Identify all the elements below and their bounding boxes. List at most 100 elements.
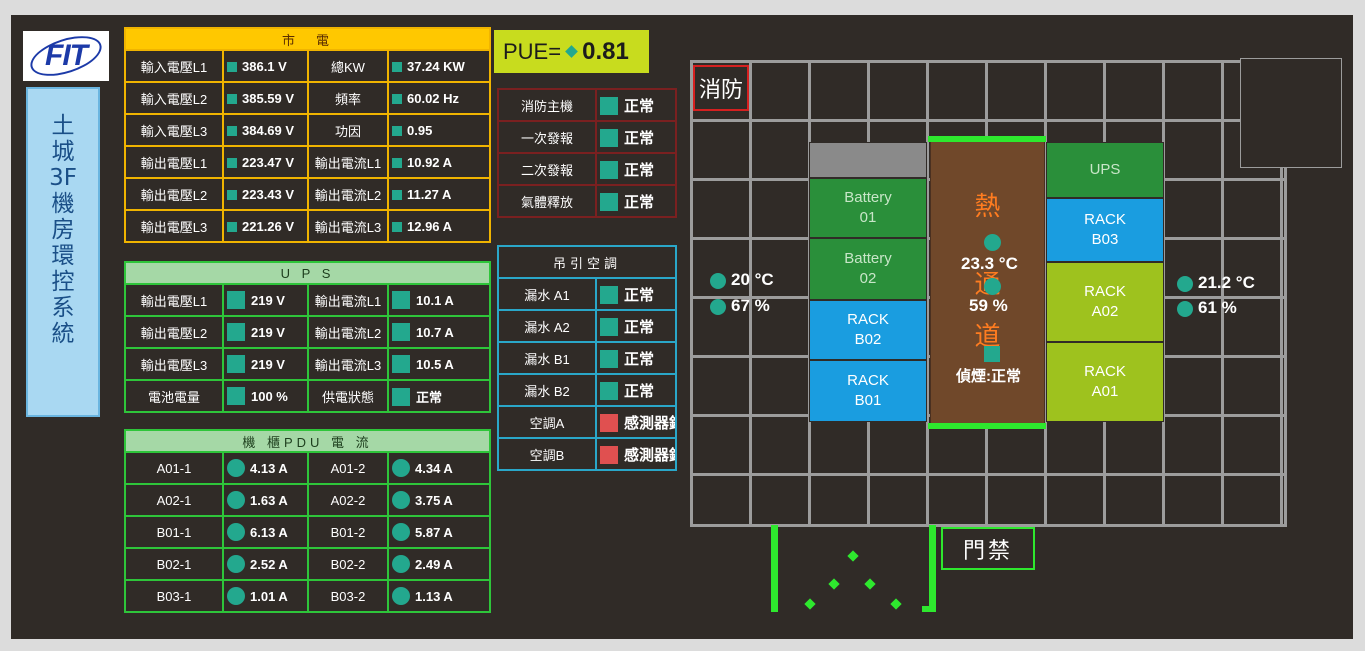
rack-tile[interactable] [809, 142, 927, 178]
ac-row: 空調B感測器錯誤 [497, 437, 678, 471]
status-dot-icon [392, 523, 410, 541]
left-temp-dot-icon [710, 273, 726, 289]
ac-status: 感測器錯誤 [594, 405, 678, 439]
status-square-icon [392, 355, 410, 373]
rack-tile[interactable]: RACK A02 [1046, 262, 1164, 342]
mains-value: 37.24 KW [386, 49, 492, 83]
mains-value: 0.95 [386, 113, 492, 147]
door-right-post [929, 525, 936, 612]
fire-row: 氣體釋放 正常 [497, 184, 677, 218]
pdu-header: 機 櫃PDU 電 流 [123, 429, 492, 453]
pdu-row: B03-1 1.01 A B03-2 1.13 A [124, 579, 492, 613]
status-square-icon [600, 192, 618, 211]
ups-value: 219 V [222, 283, 309, 317]
door-access-label[interactable]: 門禁 [941, 527, 1035, 570]
ac-row: 漏水 A2 正常 [497, 309, 678, 343]
system-title: 土城3F機房環控系統 [49, 113, 77, 347]
mains-value: 11.27 A [386, 177, 492, 211]
ups-row: 輸出電壓L1 219 V 輸出電流L1 10.1 A [124, 283, 492, 317]
smoke-sensor-icon [984, 346, 1000, 362]
ups-header: U P S [123, 261, 492, 285]
status-square-icon [227, 93, 237, 104]
status-dot-icon [227, 491, 245, 509]
mains-label: 輸出電流L2 [307, 177, 389, 211]
ac-label: 漏水 A2 [497, 309, 597, 343]
mains-label: 輸入電壓L2 [124, 81, 224, 115]
status-square-icon [227, 221, 237, 232]
status-dot-icon [392, 491, 410, 509]
mains-row: 輸出電壓L2 223.43 V 輸出電流L2 11.27 A [124, 177, 492, 211]
door-right-foot [922, 606, 934, 612]
mains-label: 輸出電壓L3 [124, 209, 224, 243]
pdu-label: A01-2 [307, 451, 389, 485]
ups-value: 正常 [386, 379, 492, 413]
ups-label: 輸出電流L1 [307, 283, 389, 317]
status-square-icon [392, 189, 402, 200]
left-sensor-humidity: 67 % [710, 296, 770, 316]
hot-aisle-bottom-bar [928, 423, 1046, 429]
ups-value: 10.1 A [386, 283, 492, 317]
pdu-value: 6.13 A [222, 515, 309, 549]
mains-value: 12.96 A [386, 209, 492, 243]
status-dot-icon [227, 523, 245, 541]
fire-row: 消防主機 正常 [497, 88, 677, 122]
status-square-icon [600, 413, 618, 432]
ac-row: 漏水 B2 正常 [497, 373, 678, 407]
ups-table: U P S 輸出電壓L1 219 V 輸出電流L1 10.1 A 輸出電壓L2 219 V… [123, 261, 492, 413]
rack-tile[interactable]: Battery 02 [809, 238, 927, 300]
ac-label: 漏水 B2 [497, 373, 597, 407]
ac-row: 漏水 A1 正常 [497, 277, 678, 311]
ac-row: 漏水 B1 正常 [497, 341, 678, 375]
ups-row: 輸出電壓L2 219 V 輸出電流L2 10.7 A [124, 315, 492, 349]
pue-value: 0.81 [582, 37, 629, 65]
mains-value: 223.47 V [222, 145, 309, 179]
rack-tile[interactable]: RACK B02 [809, 300, 927, 360]
status-dot-icon [227, 459, 245, 477]
mains-row: 輸出電壓L1 223.47 V 輸出電流L1 10.92 A [124, 145, 492, 179]
fire-zone-label[interactable]: 消防 [693, 65, 749, 111]
ac-status: 正常 [594, 277, 678, 311]
pdu-row: A02-1 1.63 A A02-2 3.75 A [124, 483, 492, 517]
ups-value: 219 V [222, 315, 309, 349]
hot-aisle-temp-dot-icon [984, 234, 1001, 251]
status-square-icon [227, 323, 245, 341]
status-square-icon [392, 157, 402, 168]
fire-status: 正常 [595, 152, 677, 186]
status-square-icon [227, 61, 237, 72]
door-left-post [771, 525, 778, 612]
status-square-icon [227, 189, 237, 200]
fire-status: 正常 [595, 184, 677, 218]
status-dot-icon [227, 555, 245, 573]
mains-value: 221.26 V [222, 209, 309, 243]
rack-tile[interactable]: RACK B01 [809, 360, 927, 422]
mains-row: 輸入電壓L1 386.1 V 總KW 37.24 KW [124, 49, 492, 83]
hot-aisle-top-bar [928, 136, 1046, 142]
ac-status: 正常 [594, 309, 678, 343]
ac-label: 空調A [497, 405, 597, 439]
status-square-icon [600, 285, 618, 304]
pdu-row: A01-1 4.13 A A01-2 4.34 A [124, 451, 492, 485]
right-temp-dot-icon [1177, 276, 1193, 292]
mains-label: 輸入電壓L1 [124, 49, 224, 83]
status-square-icon [227, 355, 245, 373]
mains-label: 輸出電壓L2 [124, 177, 224, 211]
left-humidity-dot-icon [710, 299, 726, 315]
pdu-label: B02-1 [124, 547, 224, 581]
ac-label: 漏水 B1 [497, 341, 597, 375]
pdu-label: A01-1 [124, 451, 224, 485]
status-square-icon [600, 381, 618, 400]
rack-tile[interactable]: RACK B03 [1046, 198, 1164, 262]
pdu-label: B01-1 [124, 515, 224, 549]
ups-label: 供電狀態 [307, 379, 389, 413]
pdu-value: 2.52 A [222, 547, 309, 581]
right-sensor-temp: 21.2 °C [1177, 273, 1255, 293]
status-square-icon [600, 128, 618, 147]
rack-tile[interactable]: RACK A01 [1046, 342, 1164, 422]
rack-tile[interactable]: Battery 01 [809, 178, 927, 238]
mains-header: 市 電 [123, 27, 492, 51]
rack-tile[interactable]: UPS [1046, 142, 1164, 198]
pue-label: PUE= [503, 38, 562, 64]
smoke-status: 偵煙:正常 [956, 368, 1021, 385]
logo-ring-icon [25, 28, 107, 84]
status-square-icon [227, 291, 245, 309]
